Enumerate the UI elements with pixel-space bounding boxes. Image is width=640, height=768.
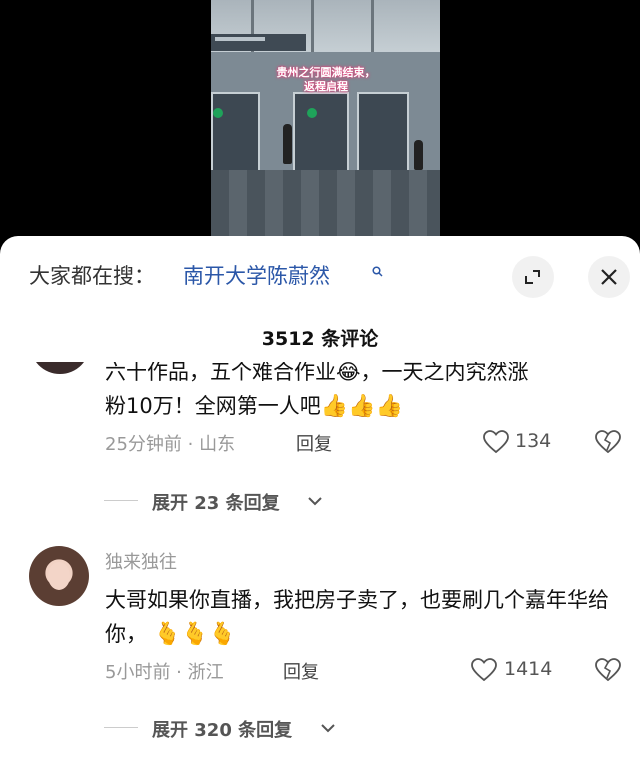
station-door: [357, 92, 409, 176]
reply-button[interactable]: 回复: [283, 658, 319, 684]
comment-username[interactable]: 独来独往: [105, 548, 177, 574]
fullscreen-icon: [525, 270, 540, 284]
avatar[interactable]: [29, 546, 89, 606]
trending-search-prefix: 大家都在搜：: [29, 264, 155, 288]
divider: [104, 727, 138, 728]
expand-replies-label: 展开 320 条回复: [152, 720, 293, 741]
close-icon: [601, 269, 617, 285]
trending-search-bar[interactable]: 大家都在搜： 南开大学陈蔚然: [0, 236, 640, 316]
comment-text: 粉10万！全网第一人吧👍👍👍: [105, 390, 403, 420]
broken-heart-icon[interactable]: [595, 430, 621, 454]
person-figure: [414, 140, 423, 170]
station-door: [293, 92, 349, 176]
comment-text-line: 六十作品，五个难合作业😂，一天之内究然涨: [105, 362, 529, 384]
broken-heart-icon[interactable]: [595, 658, 621, 682]
trending-search-term[interactable]: 南开大学陈蔚然: [183, 260, 330, 290]
heart-icon[interactable]: [471, 658, 497, 682]
search-icon: [372, 266, 383, 277]
comment-time-location: 5小时前 · 浙江: [105, 662, 224, 683]
chevron-down-icon: [321, 724, 335, 733]
chevron-down-icon: [308, 497, 322, 506]
finger-heart-emoji: 🫰🫰🫰: [153, 622, 236, 647]
station-door: [211, 92, 260, 176]
like-count: 1414: [504, 658, 553, 680]
video-caption: 贵州之行圆满结束，返程启程: [276, 66, 376, 93]
divider: [104, 500, 138, 501]
close-button[interactable]: [588, 256, 630, 298]
comment-count-title: 3512 条评论: [261, 328, 379, 350]
station-sign: [211, 34, 306, 51]
comment-1-top-clip: 六十作品，五个难合作业😂，一天之内究然涨: [0, 362, 640, 392]
fullscreen-button[interactable]: [512, 256, 554, 298]
station-floor: [211, 170, 440, 236]
expand-replies-button[interactable]: 展开 23 条回复: [104, 489, 364, 514]
video-frame[interactable]: 贵州之行圆满结束，返程启程: [211, 0, 440, 236]
thumbs-up-emoji: 👍👍👍: [320, 394, 403, 419]
comment-text: 大哥如果你直播，我把房子卖了，也要刷几个嘉年华给你， 🫰🫰🫰: [105, 583, 615, 652]
comment-list: 六十作品，五个难合作业😂，一天之内究然涨 粉10万！全网第一人吧👍👍👍 25分钟…: [0, 362, 640, 768]
avatar[interactable]: [30, 362, 90, 374]
like-count: 134: [515, 430, 552, 452]
exit-sign-icon: [213, 108, 223, 118]
comment-text-line: 粉10万！全网第一人吧: [105, 394, 321, 418]
expand-replies-label: 展开 23 条回复: [152, 493, 280, 514]
exit-sign-icon: [307, 108, 317, 118]
comments-sheet: 大家都在搜： 南开大学陈蔚然 3512 条评论 六十作品，五个难合作业😂，一天之…: [0, 236, 640, 768]
video-player[interactable]: 贵州之行圆满结束，返程启程: [0, 0, 640, 250]
person-figure: [283, 124, 292, 164]
expand-replies-button[interactable]: 展开 320 条回复: [104, 716, 374, 741]
heart-icon[interactable]: [483, 430, 509, 454]
comment-time-location: 25分钟前 · 山东: [105, 434, 236, 455]
reply-button[interactable]: 回复: [296, 430, 332, 456]
